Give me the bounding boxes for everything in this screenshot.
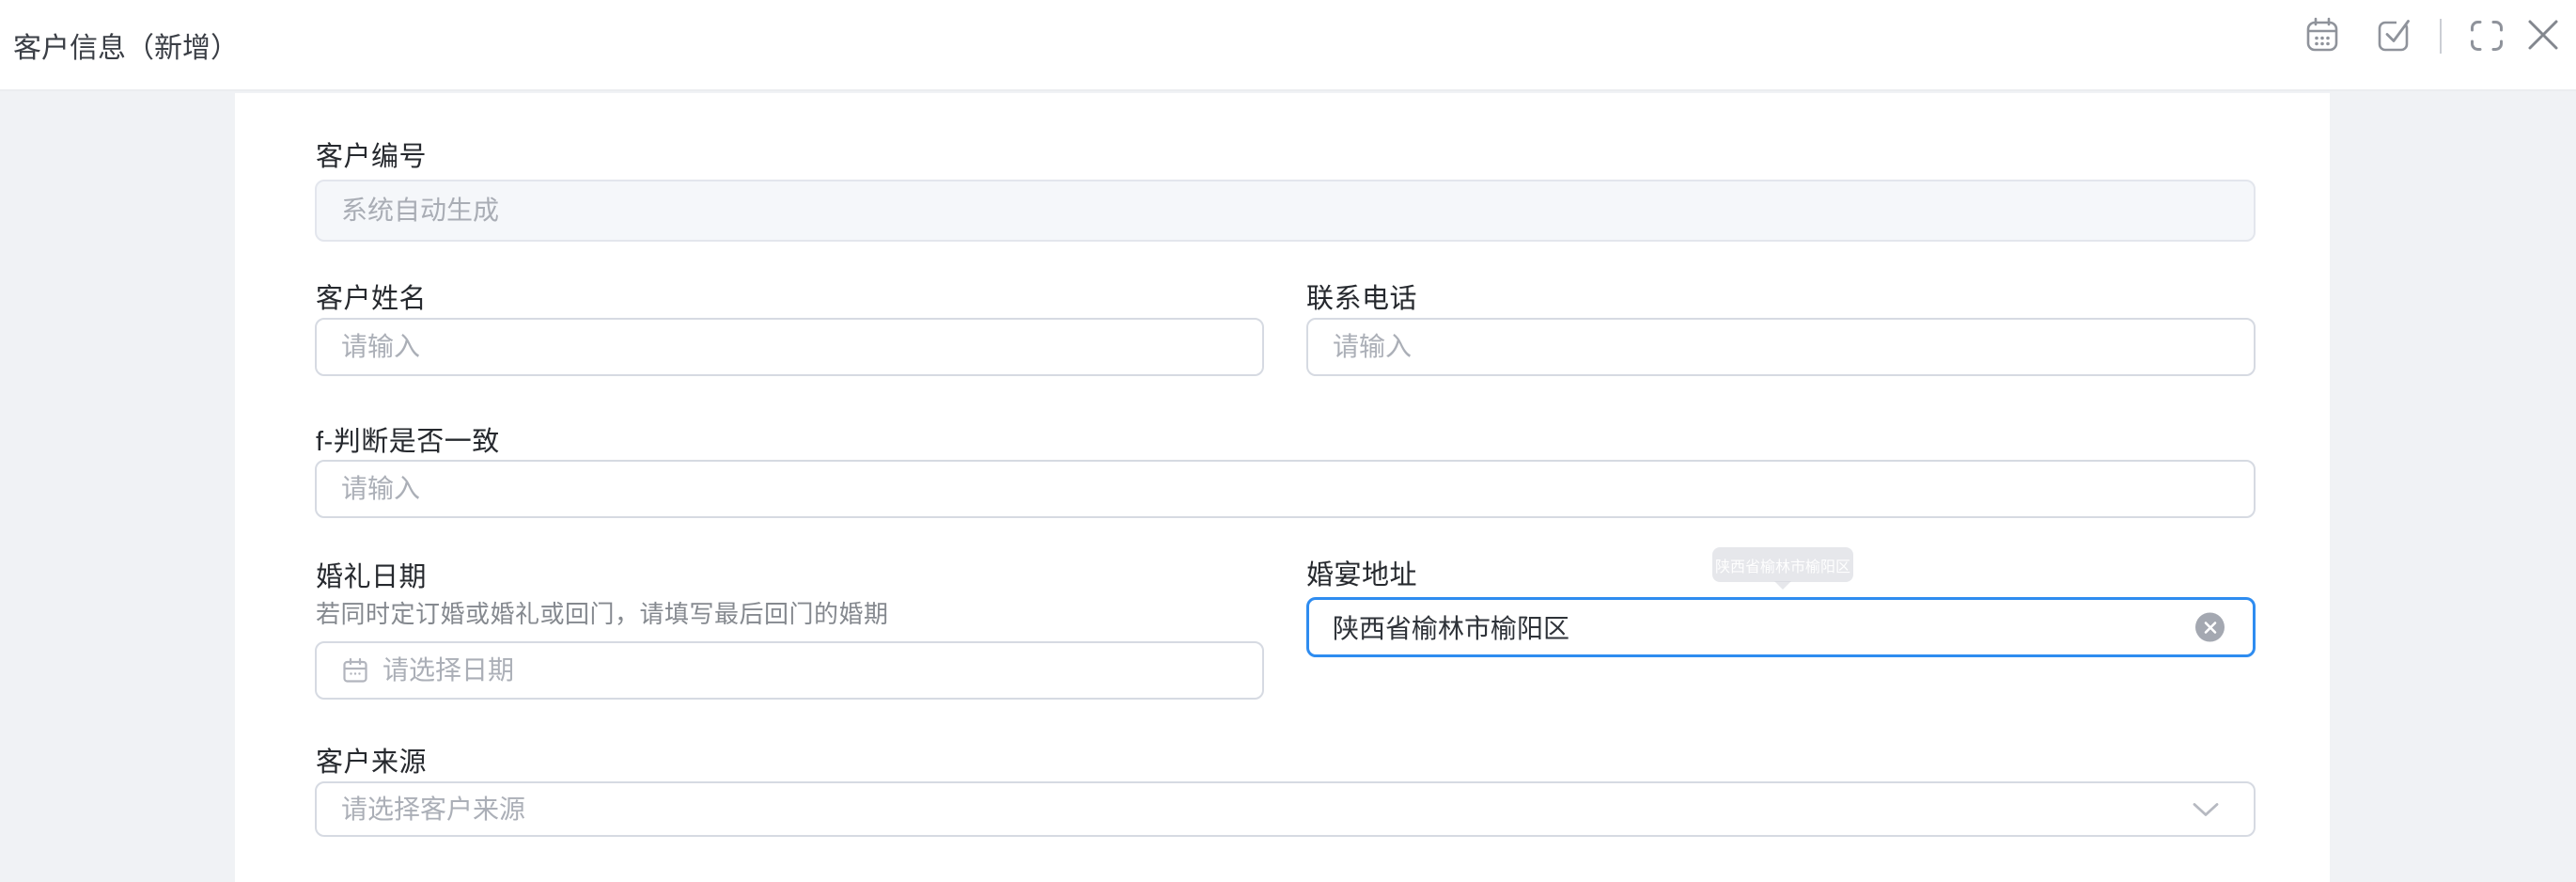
clear-icon[interactable] <box>2195 613 2225 642</box>
f-check-input[interactable] <box>341 474 2229 504</box>
wedding-date-picker[interactable] <box>315 641 1264 700</box>
field-label-customer-no: 客户编号 <box>316 134 427 174</box>
calendar-icon[interactable] <box>2303 15 2341 59</box>
banquet-address-input-box[interactable] <box>1306 597 2256 657</box>
wedding-date-hint: 若同时定订婚或婚礼或回门，请填写最后回门的婚期 <box>316 595 889 630</box>
f-check-input-box[interactable] <box>315 460 2256 518</box>
customer-name-input[interactable] <box>341 332 1238 362</box>
customer-name-input-box[interactable] <box>315 318 1264 376</box>
field-label-f-check: f-判断是否一致 <box>316 419 500 459</box>
field-label-banquet-address: 婚宴地址 <box>1306 553 1417 592</box>
fullscreen-icon[interactable] <box>2469 19 2505 57</box>
chevron-down-icon <box>2192 801 2220 817</box>
dialog-header: 客户信息（新增） <box>0 0 2576 91</box>
customer-source-select[interactable] <box>315 781 2256 837</box>
close-icon[interactable] <box>2525 17 2561 57</box>
field-label-wedding-date: 婚礼日期 <box>316 555 427 594</box>
wedding-date-input[interactable] <box>382 655 1238 685</box>
page-title: 客户信息（新增） <box>13 24 239 66</box>
dialog-body: 客户编号 客户姓名 联系电话 f-判断是否一致 婚礼日期 若同时定订婚 <box>0 93 2576 882</box>
field-label-customer-source: 客户来源 <box>316 740 427 780</box>
customer-source-input[interactable] <box>341 795 2229 825</box>
field-label-customer-name: 客户姓名 <box>316 276 427 316</box>
banquet-address-input[interactable] <box>1333 612 2229 642</box>
customer-no-input-box <box>315 180 2256 242</box>
address-tooltip: 陕西省榆林市榆阳区 <box>1712 547 1853 582</box>
phone-input-box[interactable] <box>1306 318 2256 376</box>
date-calendar-icon <box>341 656 369 685</box>
check-square-icon[interactable] <box>2375 16 2412 58</box>
field-label-phone: 联系电话 <box>1306 276 1417 316</box>
phone-input[interactable] <box>1333 332 2229 362</box>
header-divider <box>2440 19 2442 54</box>
customer-no-input <box>341 196 2229 226</box>
form-panel: 客户编号 客户姓名 联系电话 f-判断是否一致 婚礼日期 若同时定订婚 <box>235 93 2330 882</box>
